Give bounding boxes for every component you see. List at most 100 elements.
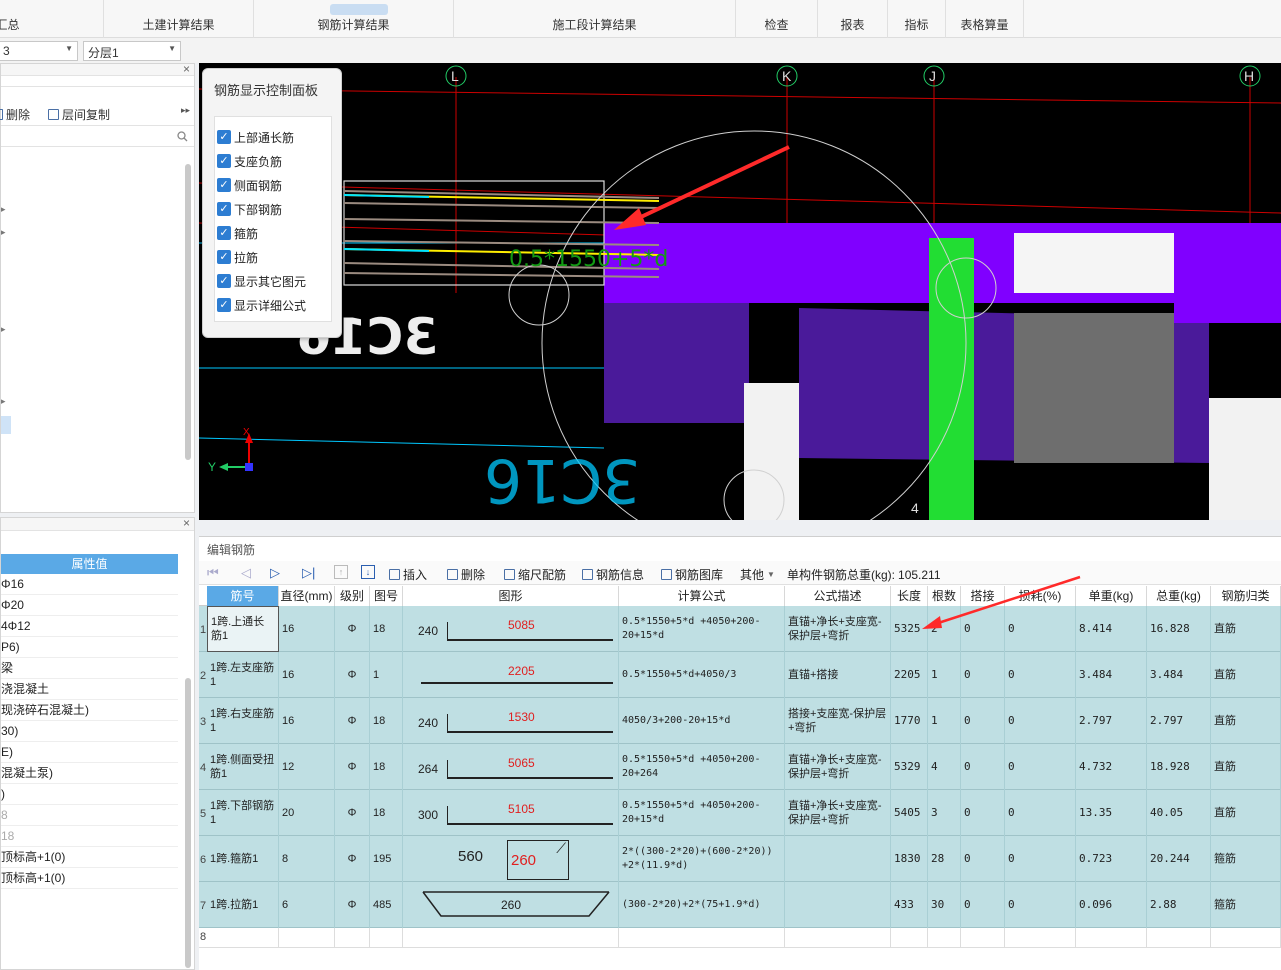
cell-fig[interactable]: 1	[370, 652, 403, 698]
cell-dia[interactable]: 8	[279, 836, 335, 882]
layer-select[interactable]: 分层1 ▼	[83, 41, 181, 61]
cell-fig[interactable]: 195	[370, 836, 403, 882]
display-checkbox-row[interactable]: ✓ 显示其它图元	[217, 269, 332, 293]
rebar-info-button[interactable]: 钢筋信息	[582, 566, 644, 583]
property-value-item[interactable]: 18	[1, 826, 178, 847]
next-record-icon[interactable]: ▷	[270, 565, 280, 581]
tab-table-calc[interactable]: 表格算量	[946, 0, 1024, 38]
display-checkbox-row[interactable]: ✓ 拉筋	[217, 245, 332, 269]
cell-lap[interactable]: 0	[961, 836, 1005, 882]
property-value-item[interactable]: 8	[1, 805, 178, 826]
property-value-item[interactable]: Φ16	[1, 574, 178, 595]
cell-count[interactable]: 28	[928, 836, 961, 882]
cell-len[interactable]: 1770	[891, 698, 928, 744]
table-row[interactable]: 2 1跨.左支座筋1 16 Φ 1 2205 0.5*1550+5*d+4050/3 直锚+搭…	[199, 652, 1281, 698]
cell-grade[interactable]: Φ	[335, 790, 370, 836]
cell-desc[interactable]: 直锚+净长+支座宽-保护层+弯折	[785, 744, 891, 790]
tab-index[interactable]: 指标	[888, 0, 946, 38]
rebar-shape-cell[interactable]: 300 5105	[403, 790, 619, 836]
3d-viewport[interactable]: L K J H 3C16 3C16 0.5*1550+5*d X Y 4	[199, 63, 1281, 520]
scrollbar[interactable]	[185, 678, 191, 968]
other-menu-button[interactable]: 其他 ▼	[740, 566, 775, 583]
checkbox-checked-icon[interactable]: ✓	[217, 274, 231, 288]
cell-unit[interactable]: 13.35	[1076, 790, 1147, 836]
checkbox-checked-icon[interactable]: ✓	[217, 298, 231, 312]
tree-node-arrow[interactable]: ▸	[1, 396, 6, 407]
display-checkbox-row[interactable]: ✓ 箍筋	[217, 221, 332, 245]
floor-select[interactable]: 3 ▼	[0, 41, 78, 61]
column-header[interactable]: 级别	[335, 586, 370, 606]
cell-lap[interactable]: 0	[961, 744, 1005, 790]
cell-cls[interactable]: 箍筋	[1211, 882, 1281, 928]
cell-formula[interactable]: 0.5*1550+5*d +4050+200-20+15*d	[619, 790, 785, 836]
property-value-item[interactable]: 顶标高+1(0)	[1, 868, 178, 889]
table-row[interactable]: 5 1跨.下部钢筋1 20 Φ 18 300 5105 0.5*1550+5*d +4050+…	[199, 790, 1281, 836]
cell-grade[interactable]: Φ	[335, 606, 370, 652]
cell-total[interactable]: 40.05	[1147, 790, 1211, 836]
display-checkbox-row[interactable]: ✓ 侧面钢筋	[217, 173, 332, 197]
cell-loss[interactable]: 0	[1005, 744, 1076, 790]
cell-desc[interactable]: 直锚+搭接	[785, 652, 891, 698]
tab-report[interactable]: 报表	[818, 0, 888, 38]
cell-cls[interactable]: 直筋	[1211, 744, 1281, 790]
cell-fig[interactable]: 485	[370, 882, 403, 928]
tab-check[interactable]: 检查	[736, 0, 818, 38]
cell-count[interactable]: 30	[928, 882, 961, 928]
column-header[interactable]: 公式描述	[785, 586, 891, 606]
chevron-right-icon[interactable]: ▸▸	[181, 105, 190, 116]
table-row[interactable]: 7 1跨.拉筋1 6 Φ 485 260 (300-2*20)+2*(75+1.9*d) 43…	[199, 882, 1281, 928]
cell-grade[interactable]: Φ	[335, 744, 370, 790]
cell-cls[interactable]: 直筋	[1211, 698, 1281, 744]
cell-formula[interactable]: 4050/3+200-20+15*d	[619, 698, 785, 744]
move-up-icon[interactable]: ↑	[334, 565, 348, 579]
display-checkbox-row[interactable]: ✓ 上部通长筋	[217, 125, 332, 149]
property-value-item[interactable]: )	[1, 784, 178, 805]
prev-record-icon[interactable]: ◁	[241, 565, 251, 581]
column-header[interactable]: 筋号	[207, 586, 279, 606]
cell-loss[interactable]: 0	[1005, 836, 1076, 882]
move-down-icon[interactable]: ↓	[361, 565, 375, 579]
property-value-item[interactable]: 顶标高+1(0)	[1, 847, 178, 868]
column-header[interactable]: 总重(kg)	[1147, 586, 1211, 606]
cell-count[interactable]: 1	[928, 652, 961, 698]
cell-lap[interactable]: 0	[961, 882, 1005, 928]
cell-len[interactable]: 433	[891, 882, 928, 928]
property-value-item[interactable]: E)	[1, 742, 178, 763]
checkbox-checked-icon[interactable]: ✓	[217, 154, 231, 168]
search-input[interactable]	[1, 127, 194, 147]
column-header[interactable]: 钢筋归类	[1211, 586, 1281, 606]
cell-total[interactable]: 2.797	[1147, 698, 1211, 744]
cell-dia[interactable]: 12	[279, 744, 335, 790]
property-value-item[interactable]: 4Φ12	[1, 616, 178, 637]
property-value-item[interactable]: P6)	[1, 637, 178, 658]
checkbox-checked-icon[interactable]: ✓	[217, 250, 231, 264]
cell-cls[interactable]: 直筋	[1211, 606, 1281, 652]
table-row[interactable]: 3 1跨.右支座筋1 16 Φ 18 240 1530 4050/3+200-20+15*d 搭…	[199, 698, 1281, 744]
cell-dia[interactable]: 6	[279, 882, 335, 928]
cell-name[interactable]: 1跨.拉筋1	[207, 882, 279, 928]
cell-lap[interactable]: 0	[961, 790, 1005, 836]
cell-grade[interactable]: Φ	[335, 652, 370, 698]
cell-lap[interactable]: 0	[961, 652, 1005, 698]
cell-total[interactable]: 16.828	[1147, 606, 1211, 652]
tab-rebar-result[interactable]: 钢筋计算结果	[254, 0, 454, 38]
property-value-item[interactable]: 30)	[1, 721, 178, 742]
rebar-shape-cell[interactable]: 2205	[403, 652, 619, 698]
tab-civil-result[interactable]: 土建计算结果	[104, 0, 254, 38]
cell-total[interactable]: 18.928	[1147, 744, 1211, 790]
cell-total[interactable]: 3.484	[1147, 652, 1211, 698]
tree-node-arrow[interactable]: ▸	[1, 227, 6, 238]
cell-grade[interactable]: Φ	[335, 698, 370, 744]
cell-fig[interactable]: 18	[370, 698, 403, 744]
cell-count[interactable]: 3	[928, 790, 961, 836]
cell-name[interactable]: 1跨.左支座筋1	[207, 652, 279, 698]
cell-dia[interactable]: 16	[279, 652, 335, 698]
cell-len[interactable]: 2205	[891, 652, 928, 698]
cell-total[interactable]: 20.244	[1147, 836, 1211, 882]
rebar-shape-cell[interactable]: 560 ⟋ 260	[403, 836, 619, 882]
rebar-library-button[interactable]: 钢筋图库	[661, 566, 723, 583]
column-header[interactable]: 图形	[403, 586, 619, 606]
property-value-item[interactable]: Φ20	[1, 595, 178, 616]
cell-name[interactable]: 1跨.右支座筋1	[207, 698, 279, 744]
checkbox-checked-icon[interactable]: ✓	[217, 202, 231, 216]
